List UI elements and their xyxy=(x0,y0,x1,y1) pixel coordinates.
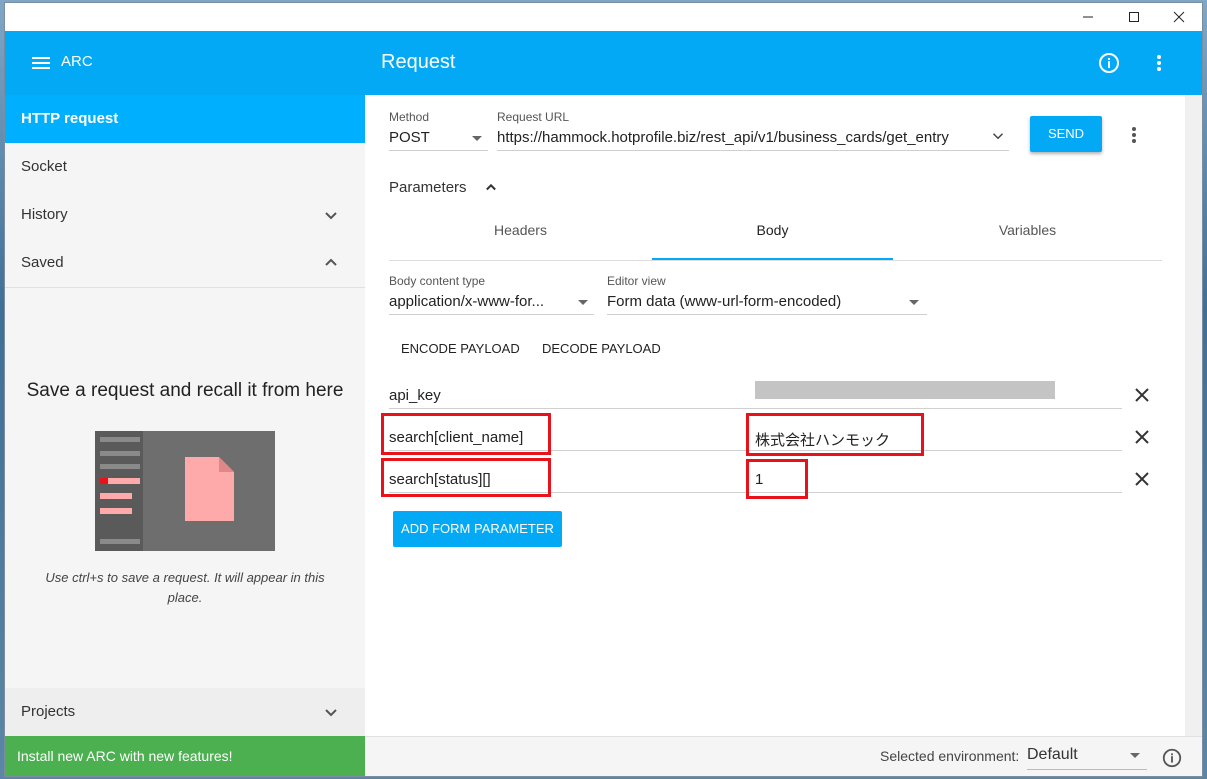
highlight-annotation xyxy=(381,413,551,455)
drawer-toolbar: ARC xyxy=(5,31,365,95)
param-row-divider xyxy=(389,408,1122,409)
main-toolbar: Request xyxy=(365,31,1202,95)
sidebar-item-history[interactable]: History xyxy=(5,191,365,239)
content-type-select[interactable]: application/x-www-for... xyxy=(389,293,564,310)
app-name: ARC xyxy=(61,53,93,70)
content-type-label: Body content type xyxy=(389,274,486,288)
scrollbar[interactable] xyxy=(1185,95,1202,736)
sidebar-item-saved[interactable]: Saved xyxy=(5,239,365,287)
sidebar-item-label: Socket xyxy=(21,158,67,175)
saved-empty-title: Save a request and recall it from here xyxy=(26,380,344,401)
more-vert-icon[interactable] xyxy=(1122,123,1146,147)
highlight-annotation xyxy=(746,413,924,456)
tab-indicator xyxy=(652,258,893,260)
environment-select[interactable]: Default xyxy=(1027,746,1078,764)
url-label: Request URL xyxy=(497,110,570,124)
decode-payload-button[interactable]: DECODE PAYLOAD xyxy=(542,341,661,356)
dropdown-arrow-icon xyxy=(1130,753,1140,758)
url-underline xyxy=(497,150,1009,151)
chevron-up-icon[interactable] xyxy=(481,177,501,197)
tab-headers[interactable]: Headers xyxy=(389,221,652,259)
info-icon[interactable] xyxy=(1097,51,1121,75)
close-icon xyxy=(1173,11,1185,23)
remove-param-icon[interactable] xyxy=(1132,469,1152,489)
update-banner[interactable]: Install new ARC with new features! xyxy=(5,736,365,776)
remove-param-icon[interactable] xyxy=(1132,385,1152,405)
method-underline xyxy=(389,150,488,151)
sidebar-item-label: HTTP request xyxy=(21,110,119,127)
sidebar-item-socket[interactable]: Socket xyxy=(5,143,365,191)
editor-view-underline xyxy=(607,314,927,315)
highlight-annotation xyxy=(381,458,551,497)
sidebar-item-label: History xyxy=(21,206,68,223)
param-name-input[interactable]: api_key xyxy=(389,387,441,404)
tab-body[interactable]: Body xyxy=(652,221,893,259)
window-titlebar xyxy=(5,3,1202,31)
sidebar-item-label: Projects xyxy=(21,703,76,720)
request-panel: Method POST Request URL https://hammock.… xyxy=(365,95,1202,776)
chevron-up-icon xyxy=(325,258,337,266)
menu-icon[interactable] xyxy=(29,51,53,75)
editor-view-label: Editor view xyxy=(607,274,666,288)
status-footer: Selected environment: Default xyxy=(365,736,1202,776)
environment-underline xyxy=(1027,769,1147,770)
url-input[interactable]: https://hammock.hotprofile.biz/rest_api/… xyxy=(497,129,987,146)
chevron-down-icon xyxy=(325,212,337,220)
more-vert-icon[interactable] xyxy=(1147,51,1171,75)
content-type-underline xyxy=(389,314,594,315)
info-icon[interactable] xyxy=(1161,747,1183,769)
close-window-button[interactable] xyxy=(1156,3,1202,31)
param-value-redacted[interactable] xyxy=(755,381,1055,399)
dropdown-arrow-icon xyxy=(472,136,482,141)
method-label: Method xyxy=(389,110,430,124)
tab-variables[interactable]: Variables xyxy=(893,221,1162,259)
maximize-icon xyxy=(1129,12,1139,22)
environment-label: Selected environment: xyxy=(880,748,1020,764)
app-window: ARC Request HTTP request Socket History … xyxy=(5,3,1202,776)
page-title: Request xyxy=(381,51,456,73)
maximize-button[interactable] xyxy=(1111,3,1157,31)
tabs-divider xyxy=(389,260,1162,261)
parameters-toggle[interactable]: Parameters xyxy=(389,179,467,196)
saved-empty-hint: Use ctrl+s to save a request. It will ap… xyxy=(45,570,325,605)
encode-payload-button[interactable]: ENCODE PAYLOAD xyxy=(401,341,520,356)
editor-view-select[interactable]: Form data (www-url-form-encoded) xyxy=(607,293,841,310)
dropdown-arrow-icon xyxy=(578,300,588,305)
method-select[interactable]: POST xyxy=(389,129,430,146)
chevron-down-icon[interactable] xyxy=(989,127,1007,145)
remove-param-icon[interactable] xyxy=(1132,427,1152,447)
minimize-button[interactable] xyxy=(1065,3,1111,31)
chevron-down-icon xyxy=(325,709,337,717)
sidebar: HTTP request Socket History Saved Save a… xyxy=(5,95,365,776)
saved-empty-panel: Save a request and recall it from here U… xyxy=(5,287,365,689)
add-form-parameter-button[interactable]: ADD FORM PARAMETER xyxy=(393,511,562,547)
send-button[interactable]: SEND xyxy=(1030,116,1102,152)
highlight-annotation xyxy=(746,459,808,499)
sidebar-item-projects[interactable]: Projects xyxy=(5,688,365,736)
sidebar-item-http-request[interactable]: HTTP request xyxy=(5,95,365,143)
dropdown-arrow-icon xyxy=(909,300,919,305)
saved-empty-illustration xyxy=(95,431,275,551)
minimize-icon xyxy=(1083,16,1093,18)
sidebar-item-label: Saved xyxy=(21,254,64,271)
update-banner-text: Install new ARC with new features! xyxy=(17,748,233,764)
